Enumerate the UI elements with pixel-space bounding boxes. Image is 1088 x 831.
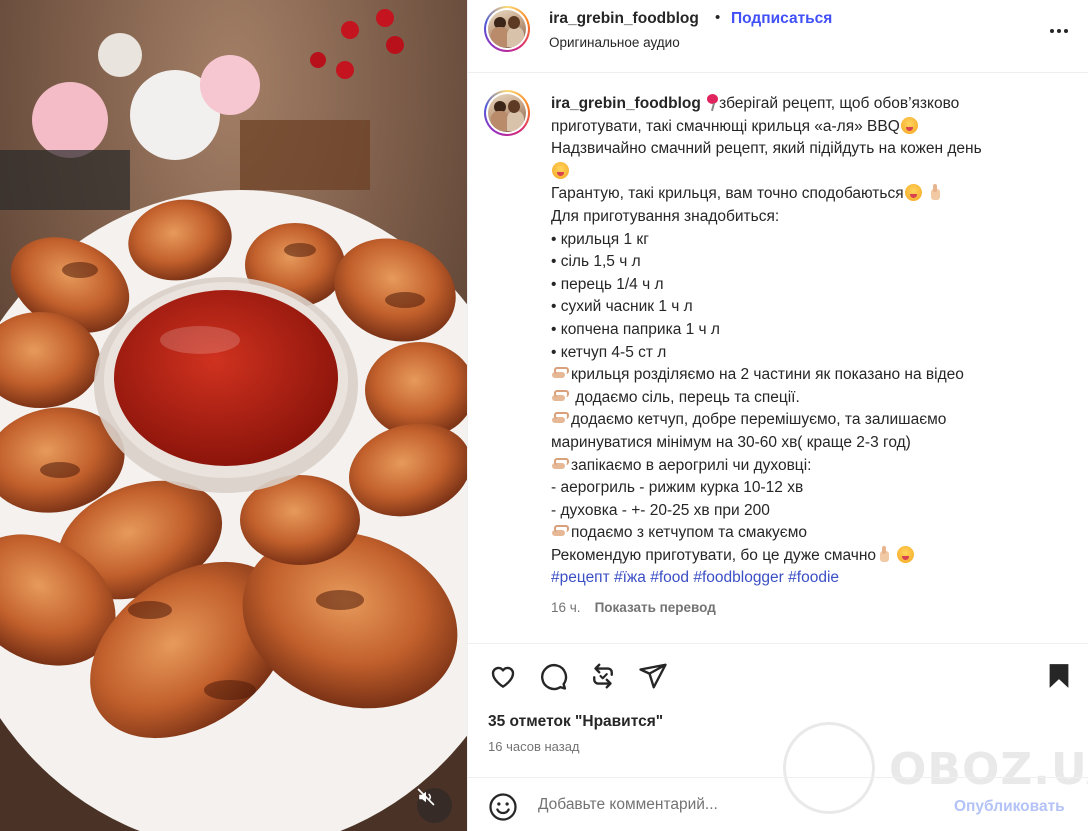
caption-line: подаємо з кетчупом та смакуємо [571,524,807,542]
comment-icon [541,664,568,691]
mute-button[interactable] [417,788,452,823]
smiling-face-emoji-icon [552,161,569,179]
avatar[interactable] [484,6,530,52]
share-button[interactable] [638,661,668,691]
caption-line: • копчена паприка 1 ч л [551,320,720,338]
caption-section: ira_grebin_foodblog зберігай рецепт, щоб… [468,74,1088,644]
tongue-face-emoji-icon [900,116,918,134]
header-username[interactable]: ira_grebin_foodblog [549,10,699,28]
hashtag-link[interactable]: #foodie [788,569,839,586]
follow-button[interactable]: Подписаться [731,10,832,28]
share-icon [639,663,667,689]
hashtag-link[interactable]: #foodblogger [693,569,784,586]
pointing-hand-emoji-icon [551,524,569,539]
comment-bar: Опубликовать [468,777,1088,831]
thumbs-up-emoji-icon [877,545,891,563]
pointing-hand-emoji-icon [551,389,569,404]
tongue-face-emoji-icon [897,545,915,563]
speaker-muted-icon [417,788,435,806]
caption-time: 16 ч. [551,600,581,615]
hashtag-link[interactable]: #food [650,569,689,586]
caption-line: Гарантую, такі крильця, вам точно сподоб… [551,185,904,203]
caption-line: • кетчуп 4-5 ст л [551,343,667,361]
pointing-hand-emoji-icon [551,411,569,426]
caption-line: приготувати, такі смачнющі крильця «а-ля… [551,117,900,135]
heart-icon [491,666,515,688]
caption-line: • сухий часник 1 ч л [551,298,693,316]
caption-line: • крильця 1 кг [551,230,649,248]
more-horizontal-icon [1049,29,1070,33]
caption-avatar[interactable] [484,90,530,136]
pointing-hand-emoji-icon [551,366,569,381]
action-bar [468,645,1088,710]
like-button[interactable] [488,661,518,691]
caption-username[interactable]: ira_grebin_foodblog [551,95,701,112]
caption-text: ira_grebin_foodblog зберігай рецепт, щоб… [551,93,1071,590]
header-separator: • [715,9,721,26]
comment-button[interactable] [538,661,568,691]
post-header: ira_grebin_foodblog • Подписаться Оригин… [468,0,1088,73]
caption-line: Для приготування знадобиться: [551,207,780,225]
emoji-picker-button[interactable] [488,792,518,822]
caption-line: маринуватися мінімум на 30-60 хв( краще … [551,433,911,451]
caption-line: додаємо кетчуп, добре перемішуємо, та за… [571,411,947,429]
caption-line: Надзвичайно смачний рецепт, який підійду… [551,140,982,158]
show-translation-link[interactable]: Показать перевод [595,600,716,615]
pointing-hand-emoji-icon [551,457,569,472]
likes-count[interactable]: 35 отметок "Нравится" [488,713,663,731]
caption-line: зберігай рецепт, щоб обов’язково [719,95,960,112]
food-photo [0,0,467,831]
caption-line: • сіль 1,5 ч л [551,253,641,271]
post-panel: ira_grebin_foodblog • Подписаться Оригин… [467,0,1088,831]
smiling-face-emoji-icon [904,184,922,202]
original-audio-link[interactable]: Оригинальное аудио [549,35,680,50]
repost-button[interactable] [588,661,618,691]
bookmark-icon [1049,664,1069,688]
caption-line: • перець 1/4 ч л [551,275,664,293]
caption-line: Рекомендую приготувати, бо це дуже смачн… [551,546,877,564]
caption-line: крильця розділяємо на 2 частини як показ… [571,366,964,384]
caption-line: - духовка - +- 20-25 хв при 200 [551,501,770,519]
save-button[interactable] [1044,661,1074,691]
repost-icon [593,663,613,689]
caption-meta: 16 ч. Показать перевод [551,600,716,615]
post-video[interactable] [0,0,467,831]
publish-button[interactable]: Опубликовать [954,798,1065,816]
smiley-icon [489,793,517,821]
thumbs-up-emoji-icon [928,184,942,201]
caption-line: додаємо сіль, перець та спеції. [571,388,800,406]
caption-line: запікаємо в аерогрилі чи духовці: [571,456,812,474]
more-options-button[interactable] [1046,20,1072,42]
post-timestamp: 16 часов назад [488,739,580,754]
hashtag-link[interactable]: #рецепт [551,569,610,586]
caption-line: - аерогриль - рижим курка 10-12 хв [551,479,804,497]
pushpin-icon [706,94,719,111]
comment-input[interactable] [538,790,938,820]
hashtag-link[interactable]: #їжа [614,569,646,586]
